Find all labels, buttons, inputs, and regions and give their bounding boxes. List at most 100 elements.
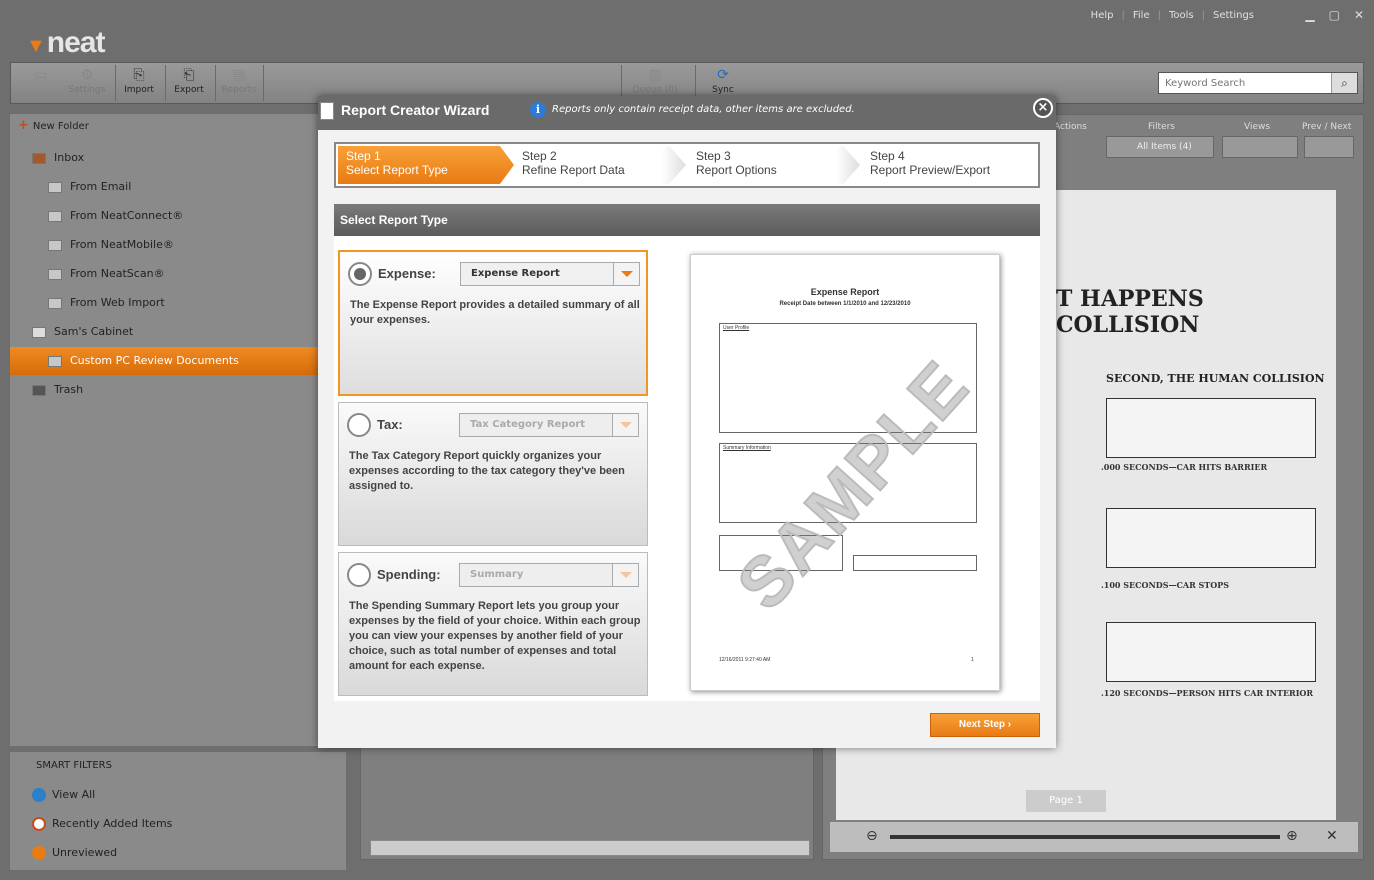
smart-filters-panel: SMART FILTERS View All Recently Added It…: [10, 752, 346, 870]
clock-icon: [32, 817, 46, 831]
filters-label: Filters: [1148, 122, 1175, 132]
menu-help[interactable]: Help: [1091, 10, 1114, 21]
folder-icon: [48, 297, 62, 309]
wizard-info: Reports only contain receipt data, other…: [552, 104, 855, 115]
chevron-down-icon: [613, 263, 639, 285]
option-spending[interactable]: Spending: Summary The Spending Summary R…: [338, 552, 648, 696]
minimize-icon[interactable]: ▁: [1305, 8, 1314, 22]
prevnext-label: Prev / Next: [1302, 122, 1352, 132]
info-icon: i: [530, 102, 546, 118]
reports-button[interactable]: ▤ Reports: [215, 65, 263, 101]
zoom-in-icon[interactable]: ⊕: [1286, 828, 1298, 844]
sync-icon: ⟳: [717, 67, 729, 83]
sidebar-item-trash[interactable]: Trash: [10, 376, 346, 404]
window-controls: ▁ ▢ ✕: [1305, 8, 1364, 22]
export-icon: ⎗: [183, 67, 195, 83]
tax-radio[interactable]: [347, 413, 371, 437]
zoom-slider[interactable]: [890, 835, 1280, 839]
car-illustration: [1106, 622, 1316, 682]
cabinet-icon: [32, 326, 46, 338]
smart-filter-view-all[interactable]: View All: [32, 788, 95, 802]
expense-radio[interactable]: [348, 262, 372, 286]
smart-filter-unreviewed[interactable]: Unreviewed: [32, 846, 117, 860]
report-preview: Expense Report Receipt Date between 1/1/…: [690, 254, 1000, 691]
folder-icon: [48, 181, 62, 193]
sidebar-item-from-neatmobile[interactable]: From NeatMobile®: [10, 231, 346, 259]
section-title: Select Report Type: [334, 204, 1040, 236]
queue-icon: ▥: [648, 67, 662, 83]
unreviewed-icon: [32, 846, 46, 860]
chevron-right-icon: ›: [1007, 719, 1012, 730]
scan-icon: ▭: [34, 67, 48, 83]
prev-next-buttons[interactable]: [1304, 136, 1354, 158]
top-menu: Help | File | Tools | Settings: [1090, 10, 1254, 21]
wizard-steps: Step 1 Select Report Type Step 2 Refine Re…: [334, 142, 1040, 188]
scan-button[interactable]: ▭: [17, 65, 65, 101]
sidebar-item-custom-pc-review[interactable]: Custom PC Review Documents: [10, 347, 346, 375]
view-toggle[interactable]: [1222, 136, 1298, 158]
new-folder-button[interactable]: + New Folder: [18, 118, 89, 133]
export-button[interactable]: ⎗ Export: [165, 65, 213, 101]
smart-filter-recently-added[interactable]: Recently Added Items: [32, 817, 172, 831]
step-3: Step 3 Report Options: [696, 149, 777, 177]
search-icon[interactable]: ⌕: [1331, 73, 1357, 93]
folder-icon: [48, 268, 62, 280]
views-label: Views: [1244, 122, 1271, 132]
car-illustration: [1106, 398, 1316, 458]
folder-icon: [48, 210, 62, 222]
option-tax[interactable]: Tax: Tax Category Report The Tax Categor…: [338, 402, 648, 546]
menu-settings[interactable]: Settings: [1213, 10, 1254, 21]
smart-filters-header[interactable]: SMART FILTERS: [36, 760, 112, 771]
expense-report-select[interactable]: Expense Report: [460, 262, 640, 286]
import-button[interactable]: ⎘ Import: [115, 65, 163, 101]
folder-sidebar: + New Folder Inbox From Email From NeatCo…: [10, 114, 346, 746]
globe-icon: [32, 788, 46, 802]
page-indicator: Page 1: [1026, 790, 1106, 812]
spending-radio[interactable]: [347, 563, 371, 587]
close-icon[interactable]: ×: [1033, 98, 1053, 118]
horizontal-scrollbar[interactable]: [370, 840, 810, 856]
folder-icon: [48, 355, 62, 367]
maximize-icon[interactable]: ▢: [1329, 8, 1340, 22]
import-icon: ⎘: [133, 67, 145, 83]
step-1: Step 1 Select Report Type: [338, 146, 514, 184]
zoom-bar: ⊖ ⊕ ✕: [830, 822, 1358, 852]
preview-signature-box: [853, 555, 977, 571]
sidebar-item-inbox[interactable]: Inbox: [10, 144, 346, 172]
actions-label: Actions: [1054, 122, 1087, 132]
trash-icon: [32, 384, 46, 396]
tax-report-select[interactable]: Tax Category Report: [459, 413, 639, 437]
sidebar-item-from-email[interactable]: From Email: [10, 173, 346, 201]
option-expense[interactable]: Expense: Expense Report The Expense Repo…: [338, 250, 648, 396]
filter-select[interactable]: All Items (4): [1106, 136, 1214, 158]
reports-icon: ▤: [232, 67, 246, 83]
sidebar-item-from-neatconnect[interactable]: From NeatConnect®: [10, 202, 346, 230]
gear-icon: ⚙: [80, 67, 94, 83]
wizard-title: Report Creator Wizard: [341, 102, 490, 118]
sidebar-item-from-neatscan[interactable]: From NeatScan®: [10, 260, 346, 288]
spending-report-select[interactable]: Summary: [459, 563, 639, 587]
plus-icon: +: [18, 118, 29, 133]
next-step-button[interactable]: Next Step ›: [930, 713, 1040, 737]
car-illustration: [1106, 508, 1316, 568]
close-window-icon[interactable]: ✕: [1354, 8, 1364, 22]
inbox-icon: [32, 152, 46, 164]
wizard-header: Report Creator Wizard i Reports only con…: [318, 96, 1056, 130]
search-input[interactable]: [1159, 73, 1329, 93]
sidebar-item-from-web-import[interactable]: From Web Import: [10, 289, 346, 317]
step-4: Step 4 Report Preview/Export: [870, 149, 991, 177]
tools-icon[interactable]: ✕: [1326, 828, 1338, 844]
folder-icon: [48, 239, 62, 251]
chevron-down-icon: [612, 414, 638, 436]
menu-tools[interactable]: Tools: [1169, 10, 1194, 21]
chevron-down-icon: [612, 564, 638, 586]
step-2: Step 2 Refine Report Data: [522, 149, 625, 177]
report-creator-wizard: Report Creator Wizard i Reports only con…: [318, 96, 1056, 748]
menu-file[interactable]: File: [1133, 10, 1150, 21]
report-icon: [320, 102, 334, 120]
zoom-out-icon[interactable]: ⊖: [866, 828, 878, 844]
neat-logo: ▼neat: [26, 26, 105, 59]
sidebar-item-sams-cabinet[interactable]: Sam's Cabinet: [10, 318, 346, 346]
settings-button[interactable]: ⚙ Settings: [63, 65, 111, 101]
wizard-content: Expense: Expense Report The Expense Repo…: [334, 236, 1040, 701]
